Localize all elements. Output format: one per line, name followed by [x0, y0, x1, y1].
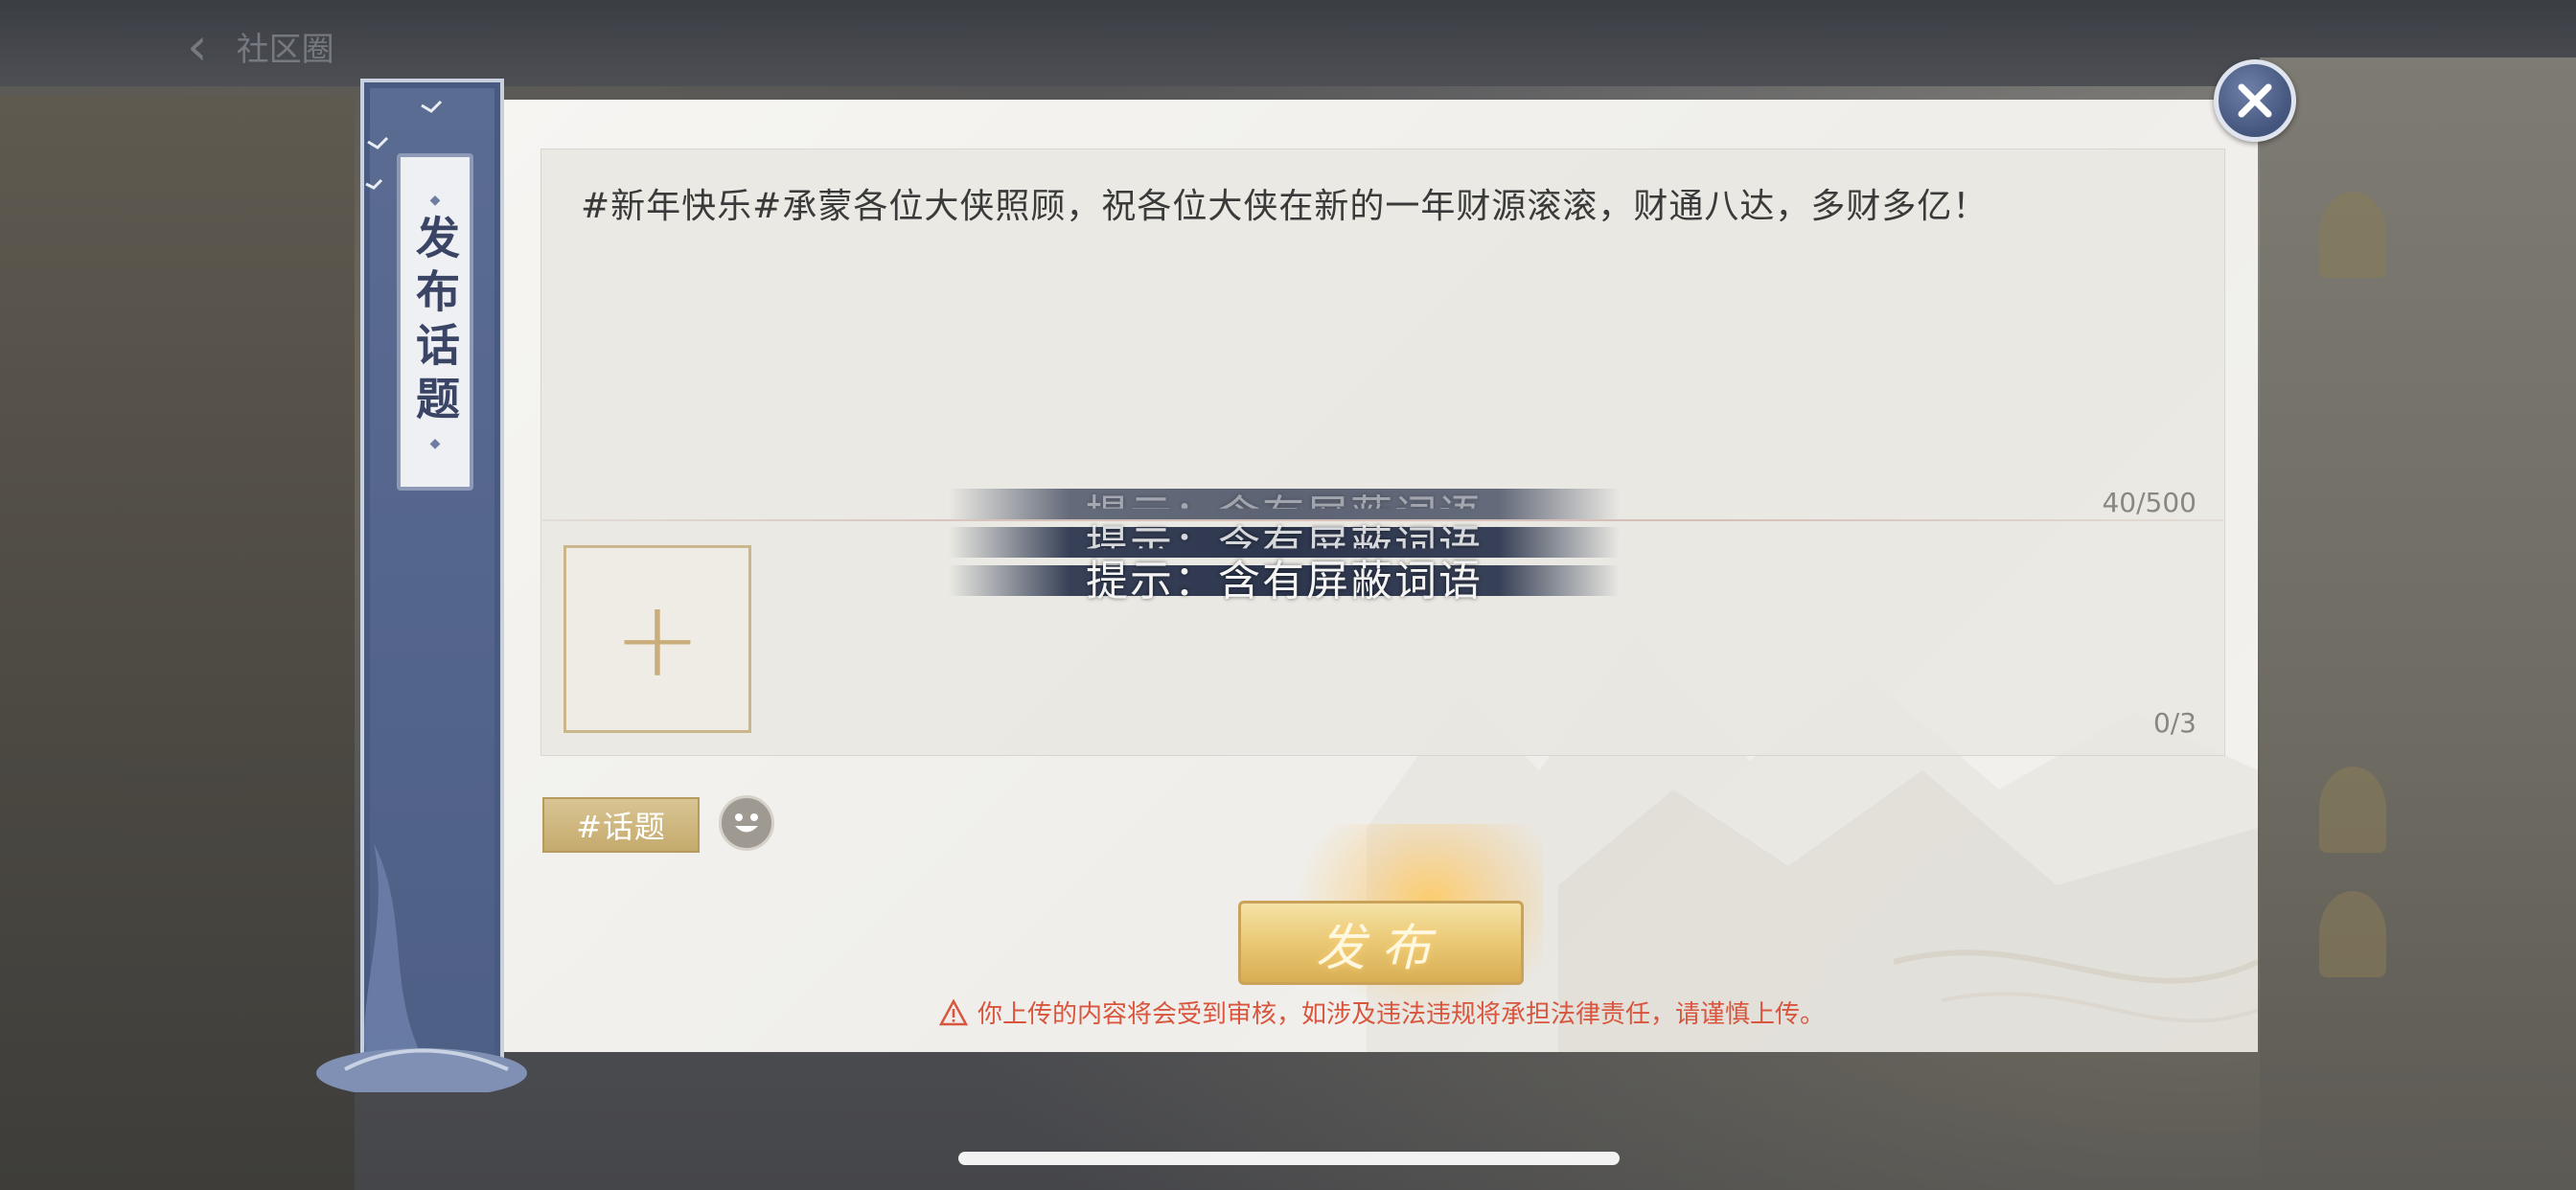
- wave-decoration: [316, 843, 527, 1092]
- upload-warning: 你上传的内容将会受到审核，如涉及违法违规将承担法律责任，请谨慎上传。: [939, 995, 1878, 1030]
- background-right-area: [2260, 57, 2576, 1190]
- background-back-nav: ‹ 社区圈: [187, 15, 474, 77]
- background-ornament: [2319, 891, 2386, 977]
- post-text-content[interactable]: #新年快乐#承蒙各位大侠照顾，祝各位大侠在新的一年财源滚滚，财通八达，多财多亿！: [581, 178, 2162, 228]
- background-left-area: [0, 96, 355, 1190]
- image-count: 0/3: [2152, 707, 2196, 739]
- toast-text: 提示：含有屏蔽词语: [1086, 557, 1483, 606]
- topic-button[interactable]: #话题: [542, 797, 700, 853]
- blocked-word-toast: 提示：含有屏蔽词语 提示：含有屏蔽词语 提示：含有屏蔽词语: [949, 483, 1620, 606]
- title-card: ◆ 发布话题 ◆: [397, 153, 473, 491]
- dot-icon: ◆: [429, 436, 441, 451]
- close-icon: [2238, 83, 2272, 118]
- post-input-area[interactable]: [540, 149, 2225, 756]
- char-count: 40/500: [2102, 487, 2196, 518]
- home-indicator[interactable]: [958, 1152, 1620, 1165]
- add-image-button[interactable]: +: [564, 545, 751, 733]
- smiley-face: [735, 813, 758, 833]
- publish-button[interactable]: 发布: [1238, 901, 1524, 985]
- background-ornament: [2319, 767, 2386, 853]
- panel-title: 发布话题: [409, 215, 461, 429]
- background-back-label: 社区圈: [236, 30, 334, 69]
- smiley-icon[interactable]: [719, 795, 774, 851]
- warning-text: 你上传的内容将会受到审核，如涉及违法违规将承担法律责任，请谨慎上传。: [978, 1000, 1826, 1029]
- warning-icon: [939, 998, 968, 1025]
- plus-icon: +: [612, 578, 702, 700]
- background-ornament: [2319, 192, 2386, 278]
- back-arrow-icon: ‹: [187, 15, 208, 77]
- close-button[interactable]: [2214, 59, 2296, 142]
- dot-icon: ◆: [429, 193, 441, 208]
